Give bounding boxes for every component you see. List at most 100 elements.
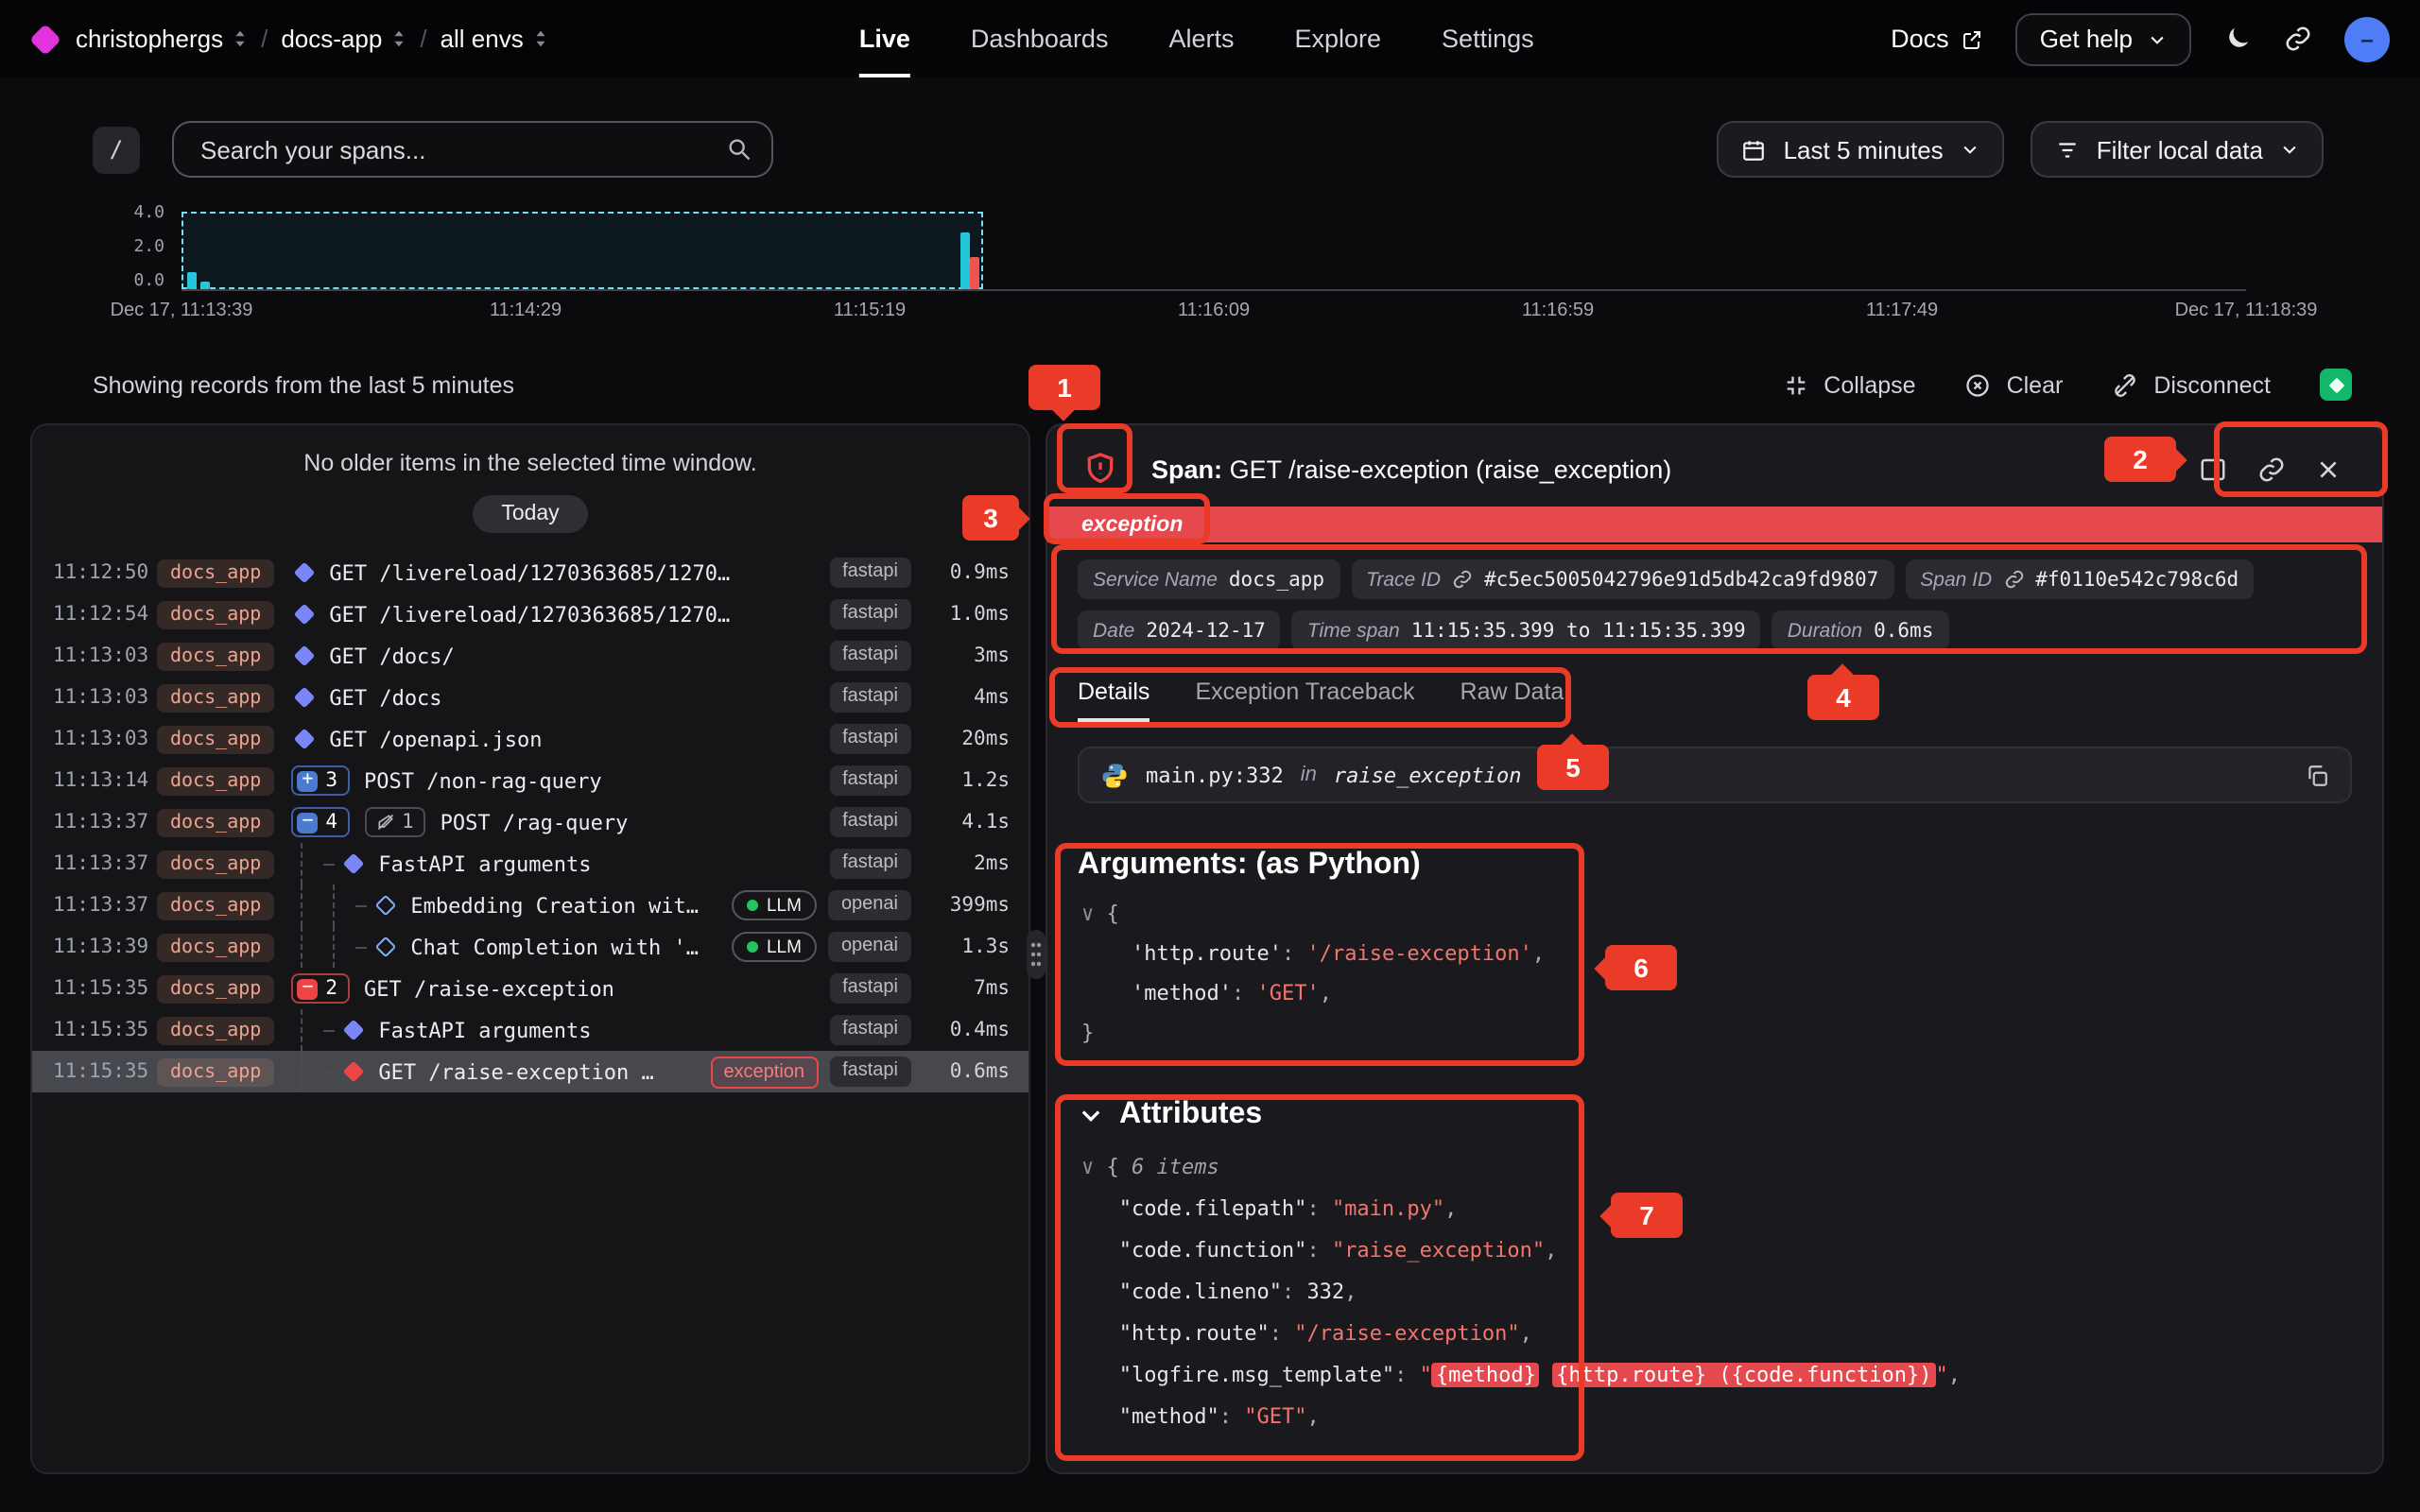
span-name: GET /livereload/1270363685/1270… — [329, 602, 730, 627]
close-icon[interactable] — [2316, 456, 2341, 481]
tab-exception-traceback[interactable]: Exception Traceback — [1195, 679, 1414, 722]
span-diamond-icon — [294, 562, 316, 584]
up-down-chevron-icon — [391, 28, 406, 49]
today-button[interactable]: Today — [473, 495, 587, 533]
annotation-number: 4 — [1836, 682, 1851, 713]
status-bar: Showing records from the last 5 minutes … — [93, 369, 2352, 401]
tree-guide — [301, 885, 323, 926]
user-avatar[interactable]: – — [2344, 16, 2390, 61]
nav-tab-explore[interactable]: Explore — [1294, 0, 1381, 77]
logfire-logo-icon[interactable] — [29, 23, 61, 55]
y-axis-tick: 0.0 — [133, 272, 164, 291]
annotation-badge-5: 5 — [1537, 745, 1609, 790]
live-status-indicator[interactable] — [2320, 369, 2352, 401]
trace-row[interactable]: 11:15:35docs_appFastAPI argumentsfastapi… — [32, 1009, 1028, 1051]
nav-tab-live[interactable]: Live — [859, 0, 910, 77]
nav-tab-alerts[interactable]: Alerts — [1168, 0, 1234, 77]
service-tag: docs_app — [157, 683, 274, 712]
span-detail-header: Span: GET /raise-exception (raise_except… — [1047, 425, 2382, 507]
code-line: "code.filepath": "main.py", — [1081, 1189, 2352, 1230]
up-down-chevron-icon — [533, 28, 548, 49]
search-input[interactable] — [197, 133, 726, 165]
grip-dots-icon — [1028, 939, 1044, 970]
link-icon[interactable] — [2003, 569, 2024, 590]
trace-row[interactable]: 11:13:03docs_appGET /openapi.jsonfastapi… — [32, 718, 1028, 760]
expand-toggle[interactable]: +3 — [291, 765, 349, 796]
span-name: GET /docs — [329, 685, 441, 710]
span-start-time: 11:15:35 — [53, 1019, 157, 1041]
link-icon[interactable] — [2257, 455, 2286, 483]
attributes-section-title[interactable]: Attributes — [1047, 1053, 2382, 1132]
tree-branch — [323, 1071, 335, 1073]
copy-link-button[interactable] — [2284, 25, 2312, 53]
time-range-label: Last 5 minutes — [1784, 135, 1944, 163]
project-selector[interactable]: docs-app — [281, 25, 406, 53]
llm-dot-icon — [748, 900, 759, 911]
collapse-toggle-error[interactable]: −2 — [291, 973, 349, 1004]
row-right-group: fastapi4ms — [814, 682, 1010, 713]
span-start-time: 11:13:03 — [53, 644, 157, 667]
trace-row[interactable]: 11:13:37docs_app−41POST /rag-queryfastap… — [32, 801, 1028, 843]
link-icon[interactable] — [1452, 569, 1473, 590]
panel-resize-handle[interactable] — [1027, 930, 1046, 979]
disconnect-button[interactable]: Disconnect — [2112, 371, 2271, 398]
code-line: "code.function": "raise_exception", — [1081, 1230, 2352, 1272]
copy-button[interactable] — [2305, 763, 2329, 787]
service-tag: docs_app — [157, 850, 274, 878]
child-count: 2 — [325, 977, 337, 1000]
fold-chevron[interactable]: ∨ — [1081, 1155, 1107, 1179]
tree-guide — [301, 926, 323, 968]
nav-tab-settings[interactable]: Settings — [1442, 0, 1534, 77]
code-line: "http.route": "/raise-exception", — [1081, 1314, 2352, 1355]
exception-banner: exception — [1047, 507, 2382, 542]
scope-tag: fastapi — [829, 724, 911, 754]
child-count: 3 — [325, 769, 337, 792]
time-range-button[interactable]: Last 5 minutes — [1718, 121, 2004, 178]
duration-value: 0.6ms — [1874, 619, 1933, 642]
trace-row[interactable]: 11:15:35docs_appGET /raise-exception …ex… — [32, 1051, 1028, 1092]
trace-row[interactable]: 11:12:50docs_appGET /livereload/12703636… — [32, 552, 1028, 593]
span-start-time: 11:15:35 — [53, 1060, 157, 1083]
span-start-time: 11:13:37 — [53, 852, 157, 875]
up-down-chevron-icon — [233, 28, 248, 49]
trace-row[interactable]: 11:12:54docs_appGET /livereload/12703636… — [32, 593, 1028, 635]
fold-chevron[interactable]: ∨ — [1081, 902, 1107, 926]
time-selection-region[interactable] — [182, 212, 982, 289]
histogram-plot-area[interactable]: 4.0 2.0 0.0 — [182, 212, 2246, 291]
histogram-bar — [959, 232, 969, 289]
theme-toggle-button[interactable] — [2223, 25, 2252, 53]
clear-button[interactable]: Clear — [1965, 371, 2064, 398]
trace-row[interactable]: 11:13:03docs_appGET /docsfastapi4ms — [32, 677, 1028, 718]
trace-row[interactable]: 11:13:39docs_appChat Completion with '…L… — [32, 926, 1028, 968]
collapse-toggle[interactable]: −4 — [291, 807, 349, 837]
plus-icon: + — [297, 770, 318, 791]
nav-tab-dashboards[interactable]: Dashboards — [971, 0, 1109, 77]
llm-label: LLM — [767, 936, 802, 957]
trace-row[interactable]: 11:15:35docs_app−2GET /raise-exceptionfa… — [32, 968, 1028, 1009]
scope-tag: fastapi — [829, 682, 911, 713]
service-tag: docs_app — [157, 891, 274, 919]
tree-branch — [323, 1029, 335, 1031]
breadcrumb-separator: / — [420, 25, 426, 53]
service-tag: docs_app — [157, 974, 274, 1003]
span-duration: 399ms — [923, 894, 1010, 917]
org-selector[interactable]: christophergs — [76, 25, 248, 53]
filter-icon — [2055, 137, 2080, 162]
trace-row[interactable]: 11:13:03docs_appGET /docs/fastapi3ms — [32, 635, 1028, 677]
trace-row[interactable]: 11:13:37docs_appFastAPI argumentsfastapi… — [32, 843, 1028, 885]
dock-panel-icon[interactable] — [2199, 455, 2227, 483]
trace-row[interactable]: 11:13:14docs_app+3POST /non-rag-queryfas… — [32, 760, 1028, 801]
docs-link[interactable]: Docs — [1891, 25, 1983, 53]
span-name: POST /non-rag-query — [364, 768, 602, 793]
collapse-button[interactable]: Collapse — [1782, 371, 1915, 398]
excluded-count-pill[interactable]: 1 — [364, 807, 425, 837]
trace-row[interactable]: 11:13:37docs_appEmbedding Creation wit…L… — [32, 885, 1028, 926]
filter-local-data-button[interactable]: Filter local data — [2031, 121, 2324, 178]
tab-raw-data[interactable]: Raw Data — [1461, 679, 1564, 722]
env-selector[interactable]: all envs — [441, 25, 548, 53]
tab-details[interactable]: Details — [1078, 679, 1150, 722]
get-help-button[interactable]: Get help — [2015, 12, 2191, 65]
scope-tag: fastapi — [829, 765, 911, 796]
span-detail-panel: Span: GET /raise-exception (raise_except… — [1046, 423, 2384, 1474]
trace-rows: 11:12:50docs_appGET /livereload/12703636… — [32, 552, 1028, 1092]
